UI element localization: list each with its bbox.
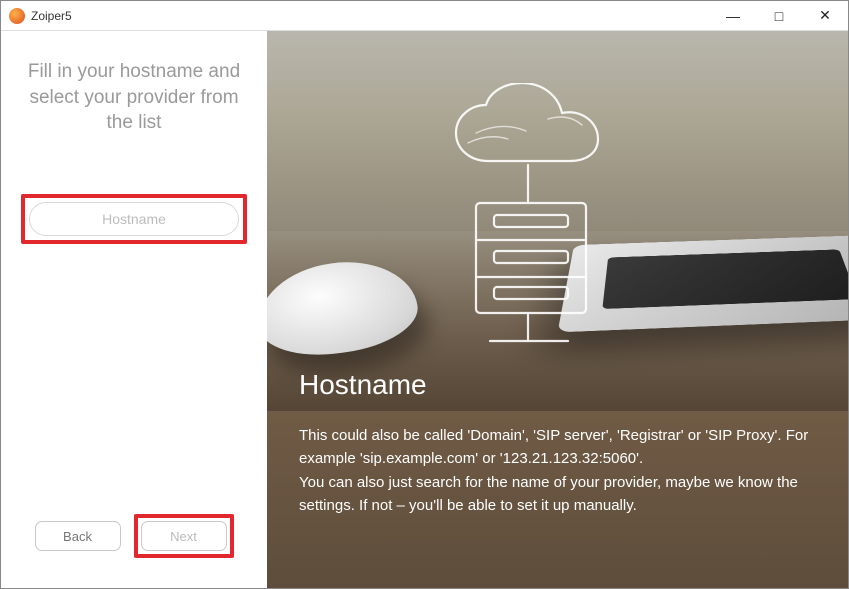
left-panel: Fill in your hostname and select your pr… bbox=[1, 31, 267, 588]
app-icon bbox=[9, 8, 25, 24]
cloud-server-icon bbox=[428, 83, 688, 383]
close-button[interactable]: ✕ bbox=[802, 1, 848, 31]
next-button[interactable]: Next bbox=[141, 521, 227, 551]
wizard-buttons: Back Next bbox=[21, 514, 247, 568]
minimize-button[interactable]: — bbox=[710, 1, 756, 31]
hostname-input[interactable] bbox=[29, 202, 239, 236]
info-paragraph-1: This could also be called 'Domain', 'SIP… bbox=[299, 425, 818, 470]
window-title: Zoiper5 bbox=[31, 9, 72, 23]
info-block: Hostname This could also be called 'Doma… bbox=[299, 369, 818, 517]
hostname-highlight bbox=[21, 194, 247, 244]
info-heading: Hostname bbox=[299, 369, 818, 401]
info-text: This could also be called 'Domain', 'SIP… bbox=[299, 425, 818, 517]
instruction-text: Fill in your hostname and select your pr… bbox=[21, 59, 247, 136]
maximize-button[interactable]: □ bbox=[756, 1, 802, 31]
titlebar: Zoiper5 — □ ✕ bbox=[1, 1, 848, 31]
right-panel: Hostname This could also be called 'Doma… bbox=[267, 31, 848, 588]
mouse-illustration bbox=[267, 252, 422, 363]
back-button[interactable]: Back bbox=[35, 521, 121, 551]
next-highlight: Next bbox=[134, 514, 234, 558]
info-paragraph-2: You can also just search for the name of… bbox=[299, 472, 818, 517]
